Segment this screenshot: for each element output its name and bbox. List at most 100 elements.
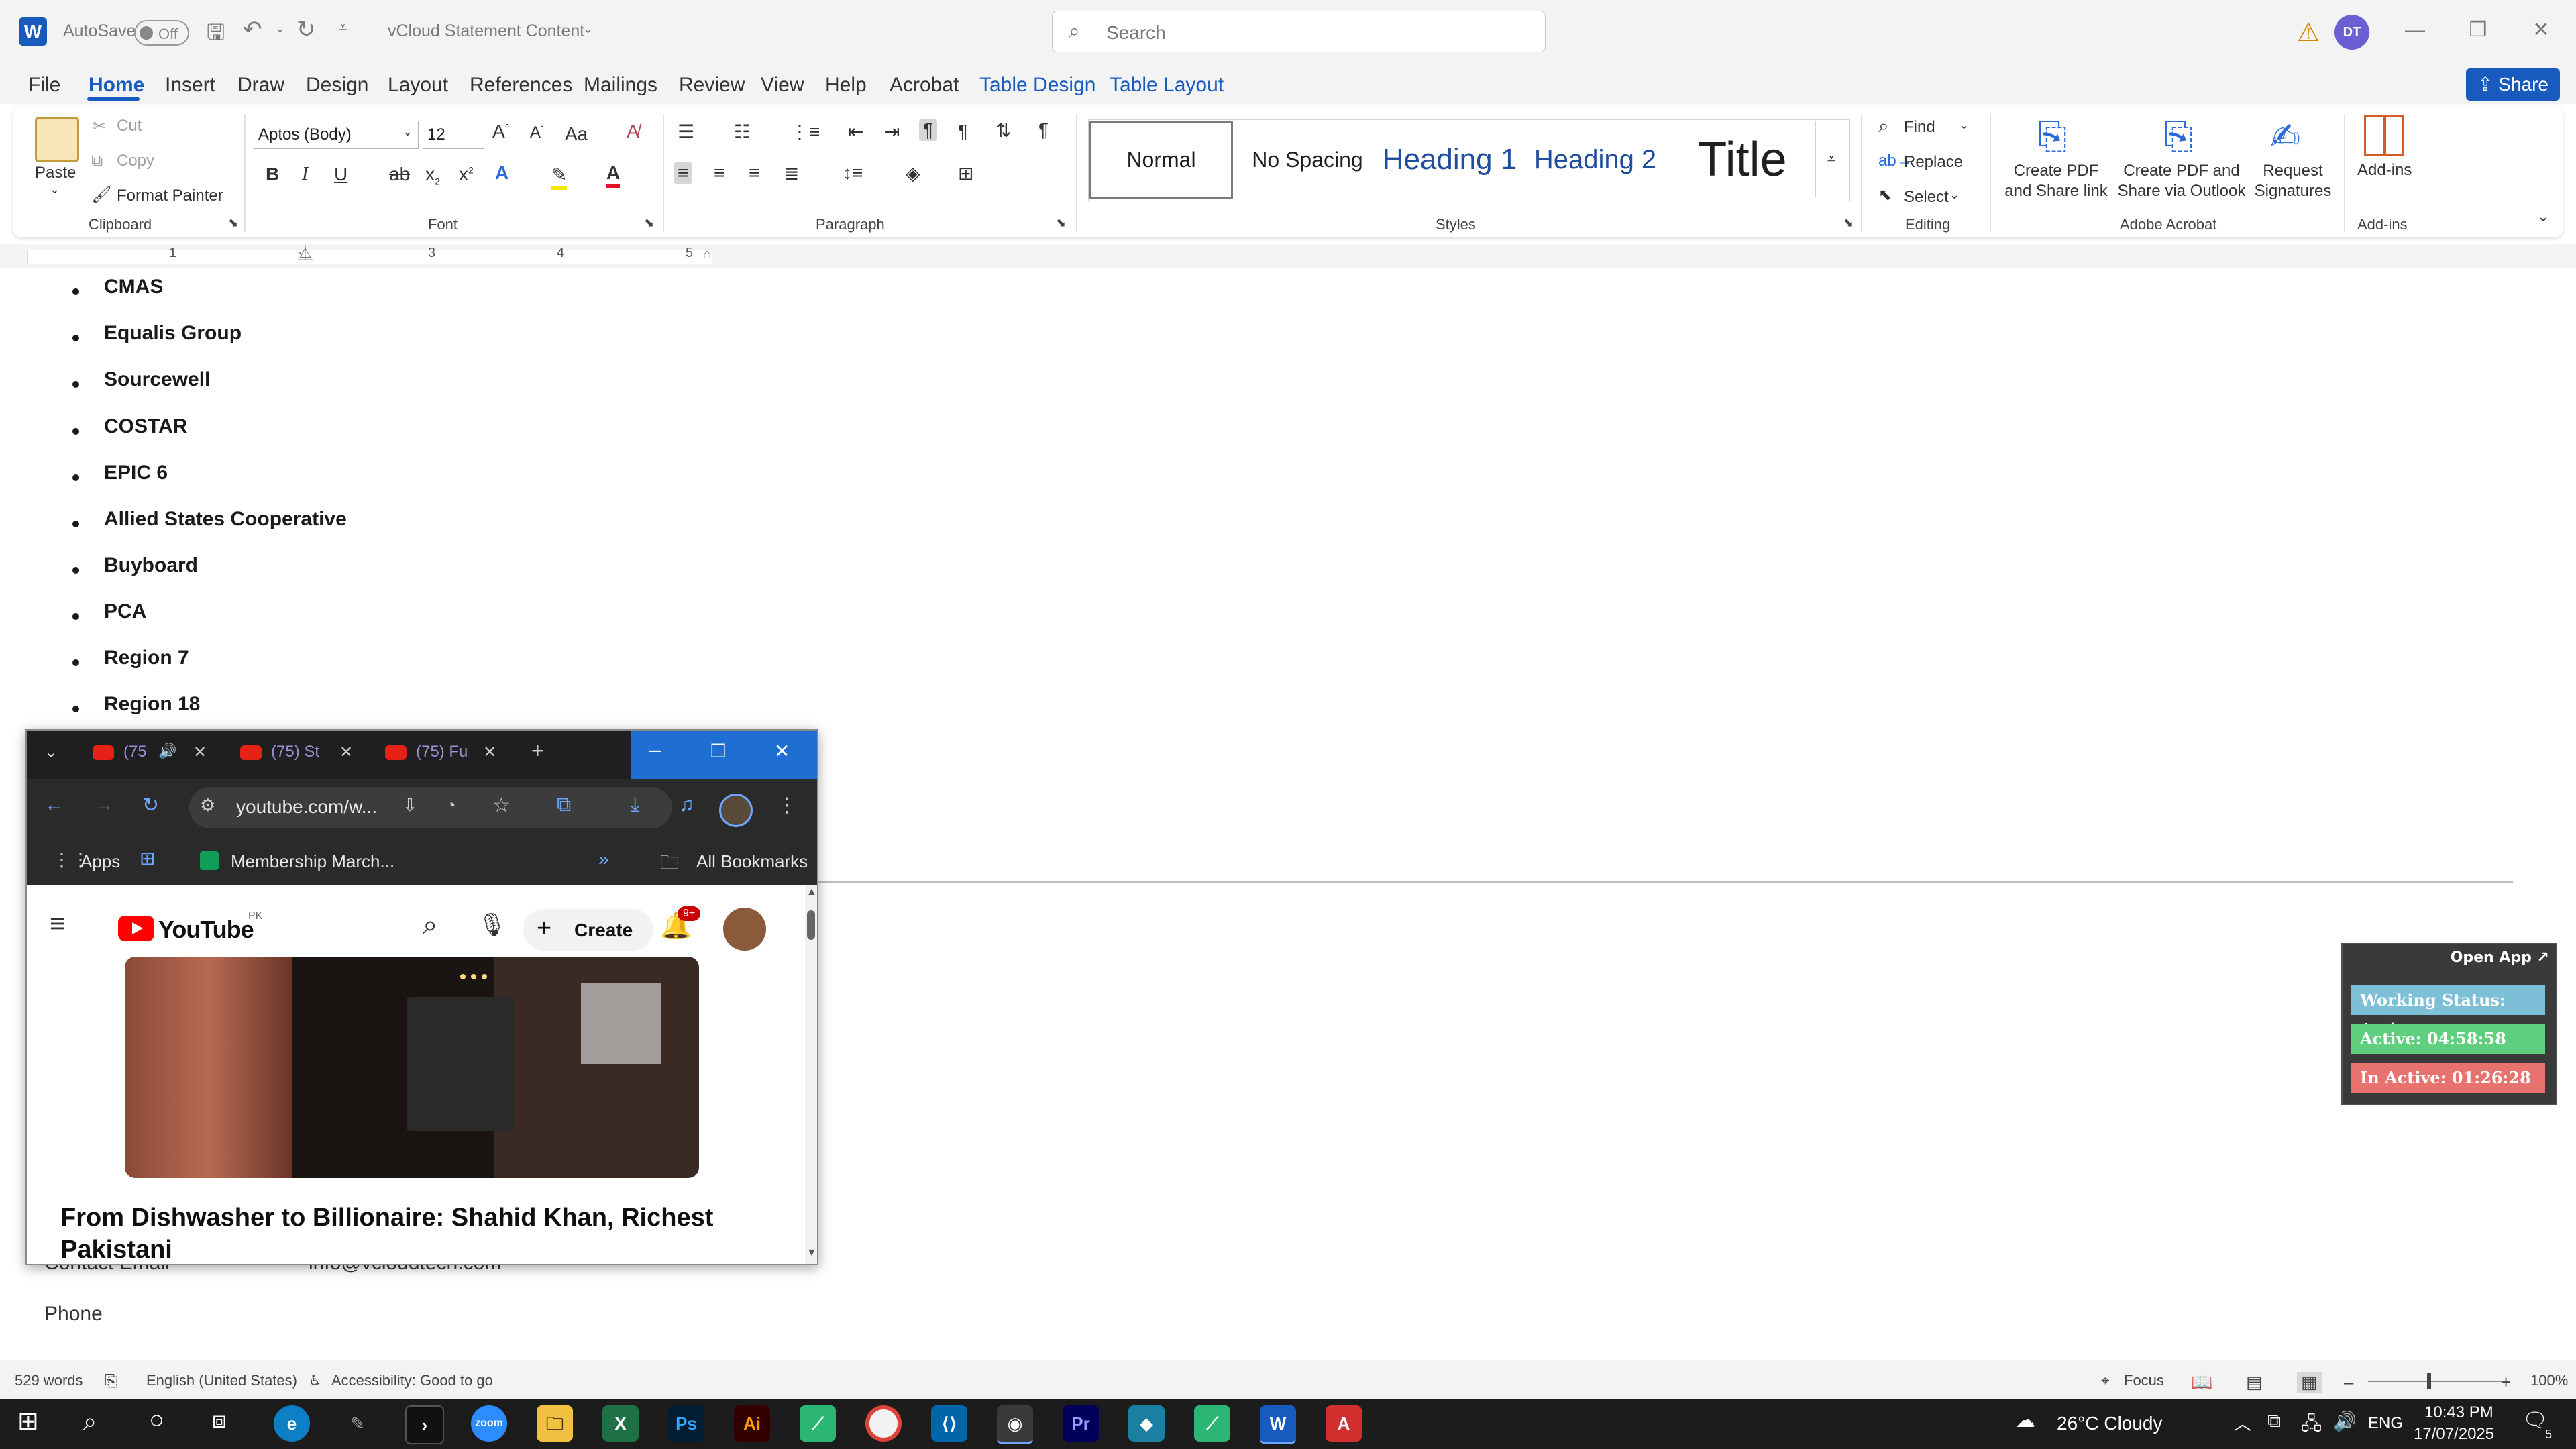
zoom-slider[interactable] (2368, 1381, 2502, 1382)
styles-launcher-icon[interactable]: ⬊ (1843, 216, 1854, 230)
reload-icon[interactable]: ↻ (142, 794, 159, 817)
justify-icon[interactable]: ≣ (784, 162, 799, 184)
replace-button[interactable]: Replace (1904, 153, 1963, 172)
underline-icon[interactable]: U (334, 164, 347, 185)
shrink-font-icon[interactable]: Aˇ (530, 123, 543, 142)
select-button[interactable]: Select (1904, 188, 1949, 207)
scroll-down-icon[interactable]: ▼ (806, 1247, 817, 1259)
weather-icon[interactable]: ☁ (2015, 1409, 2035, 1432)
copy-button[interactable]: Copy (117, 152, 154, 170)
network-icon[interactable]: 🖧 (2301, 1410, 2322, 1442)
close-icon[interactable]: ✕ (2521, 13, 2561, 47)
start-windows-icon[interactable]: ⊞ (17, 1406, 39, 1436)
font-name-box[interactable]: Aptos (Body) (254, 121, 419, 149)
terminal-icon[interactable]: › (405, 1405, 444, 1444)
volume-icon[interactable]: 🔊 (2333, 1410, 2357, 1432)
menu-table-design[interactable]: Table Design (979, 74, 1095, 97)
style-heading-2[interactable]: Heading 2 (1521, 119, 1669, 200)
zoom-slider-thumb[interactable] (2427, 1373, 2431, 1389)
paste-button[interactable]: Paste (35, 164, 76, 182)
tab-search-icon[interactable]: ⌄ (44, 743, 58, 762)
align-right-icon[interactable]: ≡ (749, 162, 759, 184)
cortana-icon[interactable]: ○ (149, 1406, 164, 1435)
minimize-icon[interactable]: – (649, 737, 661, 762)
media-controls-icon[interactable]: ♫ (679, 794, 694, 816)
menu-file[interactable]: File (28, 74, 60, 97)
search-icon[interactable]: ⌕ (83, 1407, 97, 1436)
menu-design[interactable]: Design (306, 74, 368, 97)
menu-view[interactable]: View (761, 74, 804, 97)
tab-close-icon[interactable]: ✕ (193, 743, 207, 762)
web-layout-icon[interactable]: ▦ (2297, 1372, 2322, 1393)
vscode-icon[interactable]: ⟨⟩ (931, 1405, 967, 1442)
menu-mailings[interactable]: Mailings (584, 74, 657, 97)
shading-icon[interactable]: ◈ (906, 162, 920, 184)
notifications-icon[interactable]: 🗨 (2522, 1409, 2548, 1432)
profile-avatar[interactable] (719, 794, 753, 827)
paste-icon[interactable] (35, 117, 79, 162)
accessibility-status[interactable]: Accessibility: Good to go (331, 1372, 493, 1389)
membership-bookmark[interactable]: Membership March... (231, 851, 394, 872)
font-launcher-icon[interactable]: ⬊ (644, 216, 654, 230)
ruler[interactable] (0, 244, 2576, 268)
tab-groups-icon[interactable]: ⊞ (140, 847, 155, 869)
task-view-icon[interactable]: ⧈ (212, 1407, 227, 1434)
scroll-up-icon[interactable]: ▲ (806, 886, 817, 898)
style-normal[interactable]: Normal (1089, 121, 1233, 199)
all-bookmarks[interactable]: All Bookmarks (696, 851, 808, 872)
menu-review[interactable]: Review (679, 74, 745, 97)
pen-icon[interactable]: ✎ (339, 1405, 376, 1442)
more-bookmarks-icon[interactable]: » (598, 849, 609, 870)
undo-dropdown-icon[interactable]: ⌄ (275, 21, 285, 36)
font-color-icon[interactable]: A (606, 162, 621, 188)
audio-icon[interactable]: 🔊 (158, 743, 176, 760)
align-center-icon[interactable]: ≡ (714, 162, 724, 184)
multilevel-list-icon[interactable]: ⋮≡ (790, 121, 820, 143)
share-button[interactable]: ⇪ Share (2466, 68, 2560, 101)
forward-icon[interactable]: → (94, 794, 114, 816)
format-painter-button[interactable]: Format Painter (117, 186, 223, 205)
italic-icon[interactable]: I (302, 164, 308, 185)
right-indent-marker-icon[interactable]: ⌂ (703, 247, 711, 262)
youtube-logo-text[interactable]: YouTube (158, 916, 254, 944)
extensions-icon[interactable]: ⧉ (557, 794, 571, 816)
create-pdf-share-button[interactable]: Create PDF and Share link (1999, 161, 2113, 201)
acrobat-icon[interactable]: A (1326, 1405, 1362, 1442)
paste-dropdown-icon[interactable]: ⌄ (50, 182, 60, 197)
word-icon[interactable]: W (1260, 1405, 1296, 1444)
customize-qat-icon[interactable]: ⩡ (339, 19, 347, 36)
video-title[interactable]: From Dishwasher to Billionaire: Shahid K… (60, 1201, 771, 1264)
user-avatar[interactable] (723, 908, 766, 951)
minimize-icon[interactable]: — (2395, 13, 2435, 47)
title-dropdown-icon[interactable]: ⌄ (582, 20, 594, 37)
excel-icon[interactable]: X (602, 1405, 639, 1442)
performance-icon[interactable]: ◔ (445, 795, 456, 816)
maximize-icon[interactable]: ☐ (710, 740, 727, 762)
find-button[interactable]: Find (1904, 118, 1935, 137)
illustrator-icon[interactable]: Ai (734, 1405, 770, 1442)
blue-app-icon[interactable]: ◆ (1128, 1405, 1165, 1442)
cut-button[interactable]: Cut (117, 117, 142, 136)
document-title[interactable]: vCloud Statement Content (388, 21, 584, 41)
zoom-out-icon[interactable]: – (2344, 1372, 2353, 1393)
tab-label[interactable]: (75) St (271, 743, 319, 761)
weather-text[interactable]: 26°C Cloudy (2057, 1413, 2163, 1434)
menu-insert[interactable]: Insert (165, 74, 215, 97)
photoshop-icon[interactable]: Ps (668, 1405, 704, 1442)
chrome-active-icon[interactable]: ◉ (997, 1405, 1033, 1444)
green-app-2-icon[interactable]: ⟋ (1194, 1405, 1230, 1442)
request-signatures-button[interactable]: Request Signatures (2251, 161, 2334, 201)
select-dropdown-icon[interactable]: ⌄ (1949, 188, 1960, 202)
menu-draw[interactable]: Draw (237, 74, 284, 97)
tab-label[interactable]: (75 (123, 743, 147, 761)
menu-layout[interactable]: Layout (388, 74, 448, 97)
search-box[interactable]: ⌕ Search (1052, 11, 1546, 52)
collapse-ribbon-icon[interactable]: ⌄ (2537, 208, 2549, 225)
install-app-icon[interactable]: ⇩ (402, 795, 417, 816)
youtube-logo-icon[interactable] (118, 916, 154, 941)
add-ins-button[interactable]: Add-ins (2357, 161, 2412, 180)
change-case-icon[interactable]: Aa (565, 123, 588, 145)
show-formatting-icon[interactable]: ¶ (1038, 119, 1049, 141)
avatar[interactable]: DT (2334, 15, 2369, 50)
numbering-icon[interactable]: ☷ (734, 121, 751, 143)
